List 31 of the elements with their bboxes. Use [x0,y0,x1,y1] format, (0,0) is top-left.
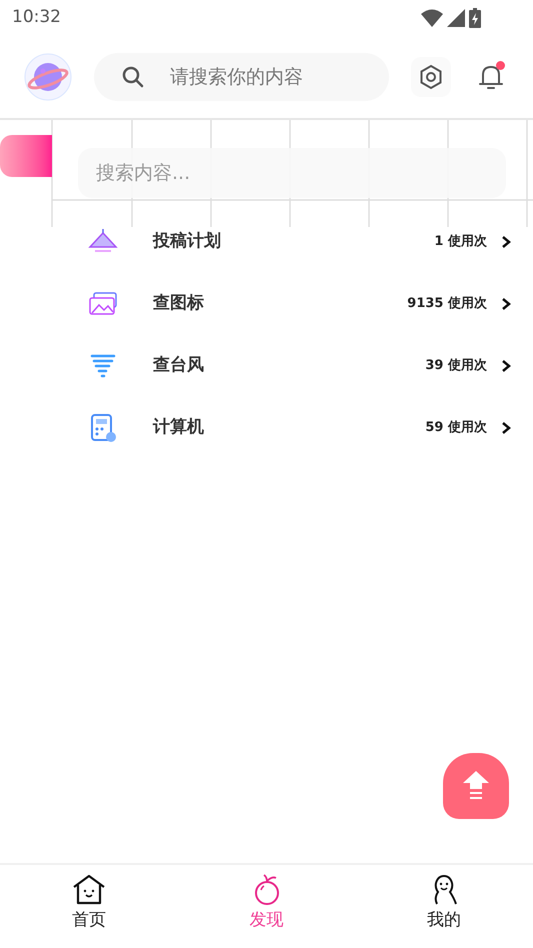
tool-name[interactable]: 查台风 [153,353,204,379]
nav-tab[interactable]: 首页 [0,865,178,942]
nav-tab[interactable]: 我的 [355,865,533,942]
usage-count: 39 使用次 [425,357,487,376]
search-icon [122,66,144,88]
nav-tab[interactable]: 发现 [178,865,356,942]
usage-count: 1 使用次 [434,233,487,252]
usage-count: 59 使用次 [425,419,487,438]
calculator-icon [88,413,118,443]
tool-name[interactable]: 投稿计划 [153,229,221,255]
peach-icon [252,874,280,906]
chevron-right-icon[interactable] [501,359,511,373]
house-icon [72,874,106,906]
side-tab[interactable] [0,135,52,177]
planet-avatar[interactable] [24,53,72,101]
tool-name[interactable]: 计算机 [153,415,204,441]
battery-icon [469,8,481,28]
chevron-right-icon[interactable] [501,297,511,311]
settings-icon [418,64,444,90]
chevron-right-icon[interactable] [501,421,511,435]
chevron-right-icon[interactable] [501,235,511,249]
usage-count: 9135 使用次 [407,295,487,314]
upload-button[interactable] [443,753,509,819]
tool-name[interactable]: 查图标 [153,291,204,317]
bell-icon [478,63,504,91]
upload-arrow-icon [463,771,489,801]
wifi-icon [421,9,443,27]
settings-button[interactable] [411,57,451,97]
signal-icon [447,9,465,27]
search-field[interactable]: 请搜索你的内容 [94,53,389,101]
status-time: 10:32 [12,6,61,30]
